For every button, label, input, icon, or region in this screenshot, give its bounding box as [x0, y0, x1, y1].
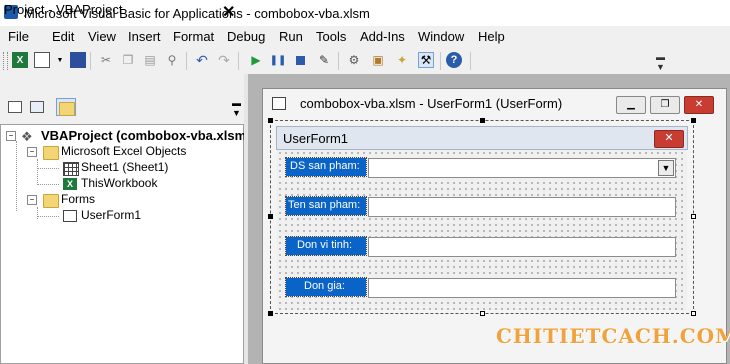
restore-button[interactable]: ❐ — [650, 96, 680, 114]
folder-icon — [43, 194, 59, 208]
tree-line — [37, 216, 59, 217]
label-don-gia[interactable]: Don gia: — [286, 278, 366, 296]
tree-line — [37, 159, 38, 185]
project-explorer-icon[interactable]: ⚙ — [346, 52, 362, 68]
standard-toolbar: X ▼ ✂ ❐ ▤ ⚲ ↶ ↷ ▶ ❚❚ ✎ ⚙ ▣ ✦ ⚒ ? — [0, 48, 730, 75]
view-object-icon[interactable] — [30, 101, 44, 113]
toolbar-separator — [338, 52, 339, 70]
menu-edit[interactable]: Edit — [52, 29, 74, 44]
menu-run[interactable]: Run — [279, 29, 303, 44]
minimize-button[interactable]: ▁ — [616, 96, 646, 114]
toolbar-separator — [470, 52, 471, 70]
tree-line — [37, 207, 38, 219]
cut-icon[interactable]: ✂ — [98, 52, 114, 68]
userform-close-button[interactable]: ✕ — [654, 130, 684, 148]
resize-handle[interactable] — [691, 118, 696, 123]
break-icon[interactable]: ❚❚ — [270, 52, 287, 68]
menu-view[interactable]: View — [88, 29, 116, 44]
expander-icon[interactable]: − — [27, 147, 37, 157]
view-code-icon[interactable] — [8, 101, 22, 113]
textbox-don-vi-tinh[interactable] — [368, 237, 676, 257]
expander-icon[interactable]: − — [27, 195, 37, 205]
vba-project-icon: ❖ — [21, 129, 33, 144]
copy-icon[interactable]: ❐ — [120, 52, 136, 68]
tree-item-thisworkbook[interactable]: ThisWorkbook — [81, 176, 157, 190]
textbox-ten-san-pham[interactable] — [368, 197, 676, 217]
resize-handle[interactable] — [268, 311, 273, 316]
project-panel-header — [0, 74, 244, 94]
worksheet-icon — [63, 162, 79, 176]
resize-handle[interactable] — [480, 118, 485, 123]
tree-line — [37, 168, 59, 169]
toolbar-separator — [238, 52, 239, 70]
resize-handle[interactable] — [480, 311, 485, 316]
tree-item-vbaproject[interactable]: VBAProject (combobox-vba.xlsm) — [41, 128, 251, 143]
toolbar-grip[interactable] — [3, 52, 8, 70]
toolbar-separator — [440, 52, 441, 70]
menu-file[interactable]: File — [8, 29, 29, 44]
expander-icon[interactable]: − — [6, 131, 16, 141]
design-mode-icon[interactable]: ✎ — [316, 52, 332, 68]
toolbar-separator — [186, 52, 187, 70]
resize-handle[interactable] — [691, 214, 696, 219]
resize-handle[interactable] — [268, 118, 273, 123]
tree-item-userform1[interactable]: UserForm1 — [81, 208, 141, 222]
menu-tools[interactable]: Tools — [316, 29, 346, 44]
resize-handle[interactable] — [268, 214, 273, 219]
save-icon[interactable] — [70, 52, 86, 68]
insert-userform-icon[interactable] — [34, 52, 50, 68]
dropdown-arrow-icon[interactable]: ▼ — [52, 52, 68, 68]
label-ds-san-pham[interactable]: DS san pham: — [286, 158, 366, 176]
chevron-down-icon[interactable]: ▼ — [658, 160, 674, 176]
find-icon[interactable]: ⚲ — [164, 52, 180, 68]
textbox-don-gia[interactable] — [368, 278, 676, 298]
folder-icon — [43, 146, 59, 160]
toolbar-separator — [90, 52, 91, 70]
label-ten-san-pham[interactable]: Ten san pham: — [286, 197, 366, 215]
menu-help[interactable]: Help — [478, 29, 505, 44]
tree-item-forms[interactable]: Forms — [61, 192, 95, 206]
toggle-folders-icon[interactable] — [56, 98, 76, 116]
close-icon[interactable]: ✕ — [222, 2, 235, 22]
redo-icon[interactable]: ↷ — [216, 52, 232, 68]
menu-format[interactable]: Format — [173, 29, 214, 44]
excel-icon[interactable]: X — [12, 52, 28, 68]
resize-handle[interactable] — [691, 311, 696, 316]
menu-debug[interactable]: Debug — [227, 29, 265, 44]
label-don-vi-tinh[interactable]: Don vi tinh: — [286, 237, 366, 255]
help-icon[interactable]: ? — [446, 52, 462, 68]
userform-icon — [63, 210, 77, 222]
watermark: CHITIETCACH.COM — [496, 324, 730, 348]
menu-add-ins[interactable]: Add-Ins — [360, 29, 405, 44]
run-icon[interactable]: ▶ — [248, 52, 264, 68]
project-tree: − ❖ VBAProject (combobox-vba.xlsm) − Mic… — [0, 124, 251, 364]
workbook-icon: X — [63, 178, 77, 190]
toolbox-icon[interactable]: ⚒ — [418, 52, 434, 68]
undo-icon[interactable]: ↶ — [194, 52, 210, 68]
tree-line — [16, 141, 17, 211]
designer-close-button[interactable]: ✕ — [684, 96, 714, 114]
userform-icon — [272, 97, 286, 110]
project-panel-title: Project - VBAProject — [4, 2, 123, 17]
combobox-ds-san-pham[interactable] — [368, 158, 676, 178]
object-browser-icon[interactable]: ✦ — [394, 52, 410, 68]
tree-item-excel-objects[interactable]: Microsoft Excel Objects — [61, 144, 186, 158]
menu-window[interactable]: Window — [418, 29, 464, 44]
toolbar-options-icon[interactable]: ▬ ▼ — [656, 52, 668, 72]
designer-title: combobox-vba.xlsm - UserForm1 (UserForm) — [300, 96, 563, 111]
chevron-down-icon[interactable]: ▬ ▼ — [232, 98, 241, 118]
paste-icon[interactable]: ▤ — [142, 52, 158, 68]
reset-icon[interactable] — [292, 52, 308, 68]
project-panel-toolbar: ▬ ▼ — [0, 94, 244, 124]
tree-item-sheet1[interactable]: Sheet1 (Sheet1) — [81, 160, 168, 174]
tree-line — [37, 184, 59, 185]
userform-caption: UserForm1 — [283, 131, 349, 146]
properties-icon[interactable]: ▣ — [370, 52, 386, 68]
menu-bar: File Edit View Insert Format Debug Run T… — [0, 26, 730, 48]
menu-insert[interactable]: Insert — [128, 29, 161, 44]
